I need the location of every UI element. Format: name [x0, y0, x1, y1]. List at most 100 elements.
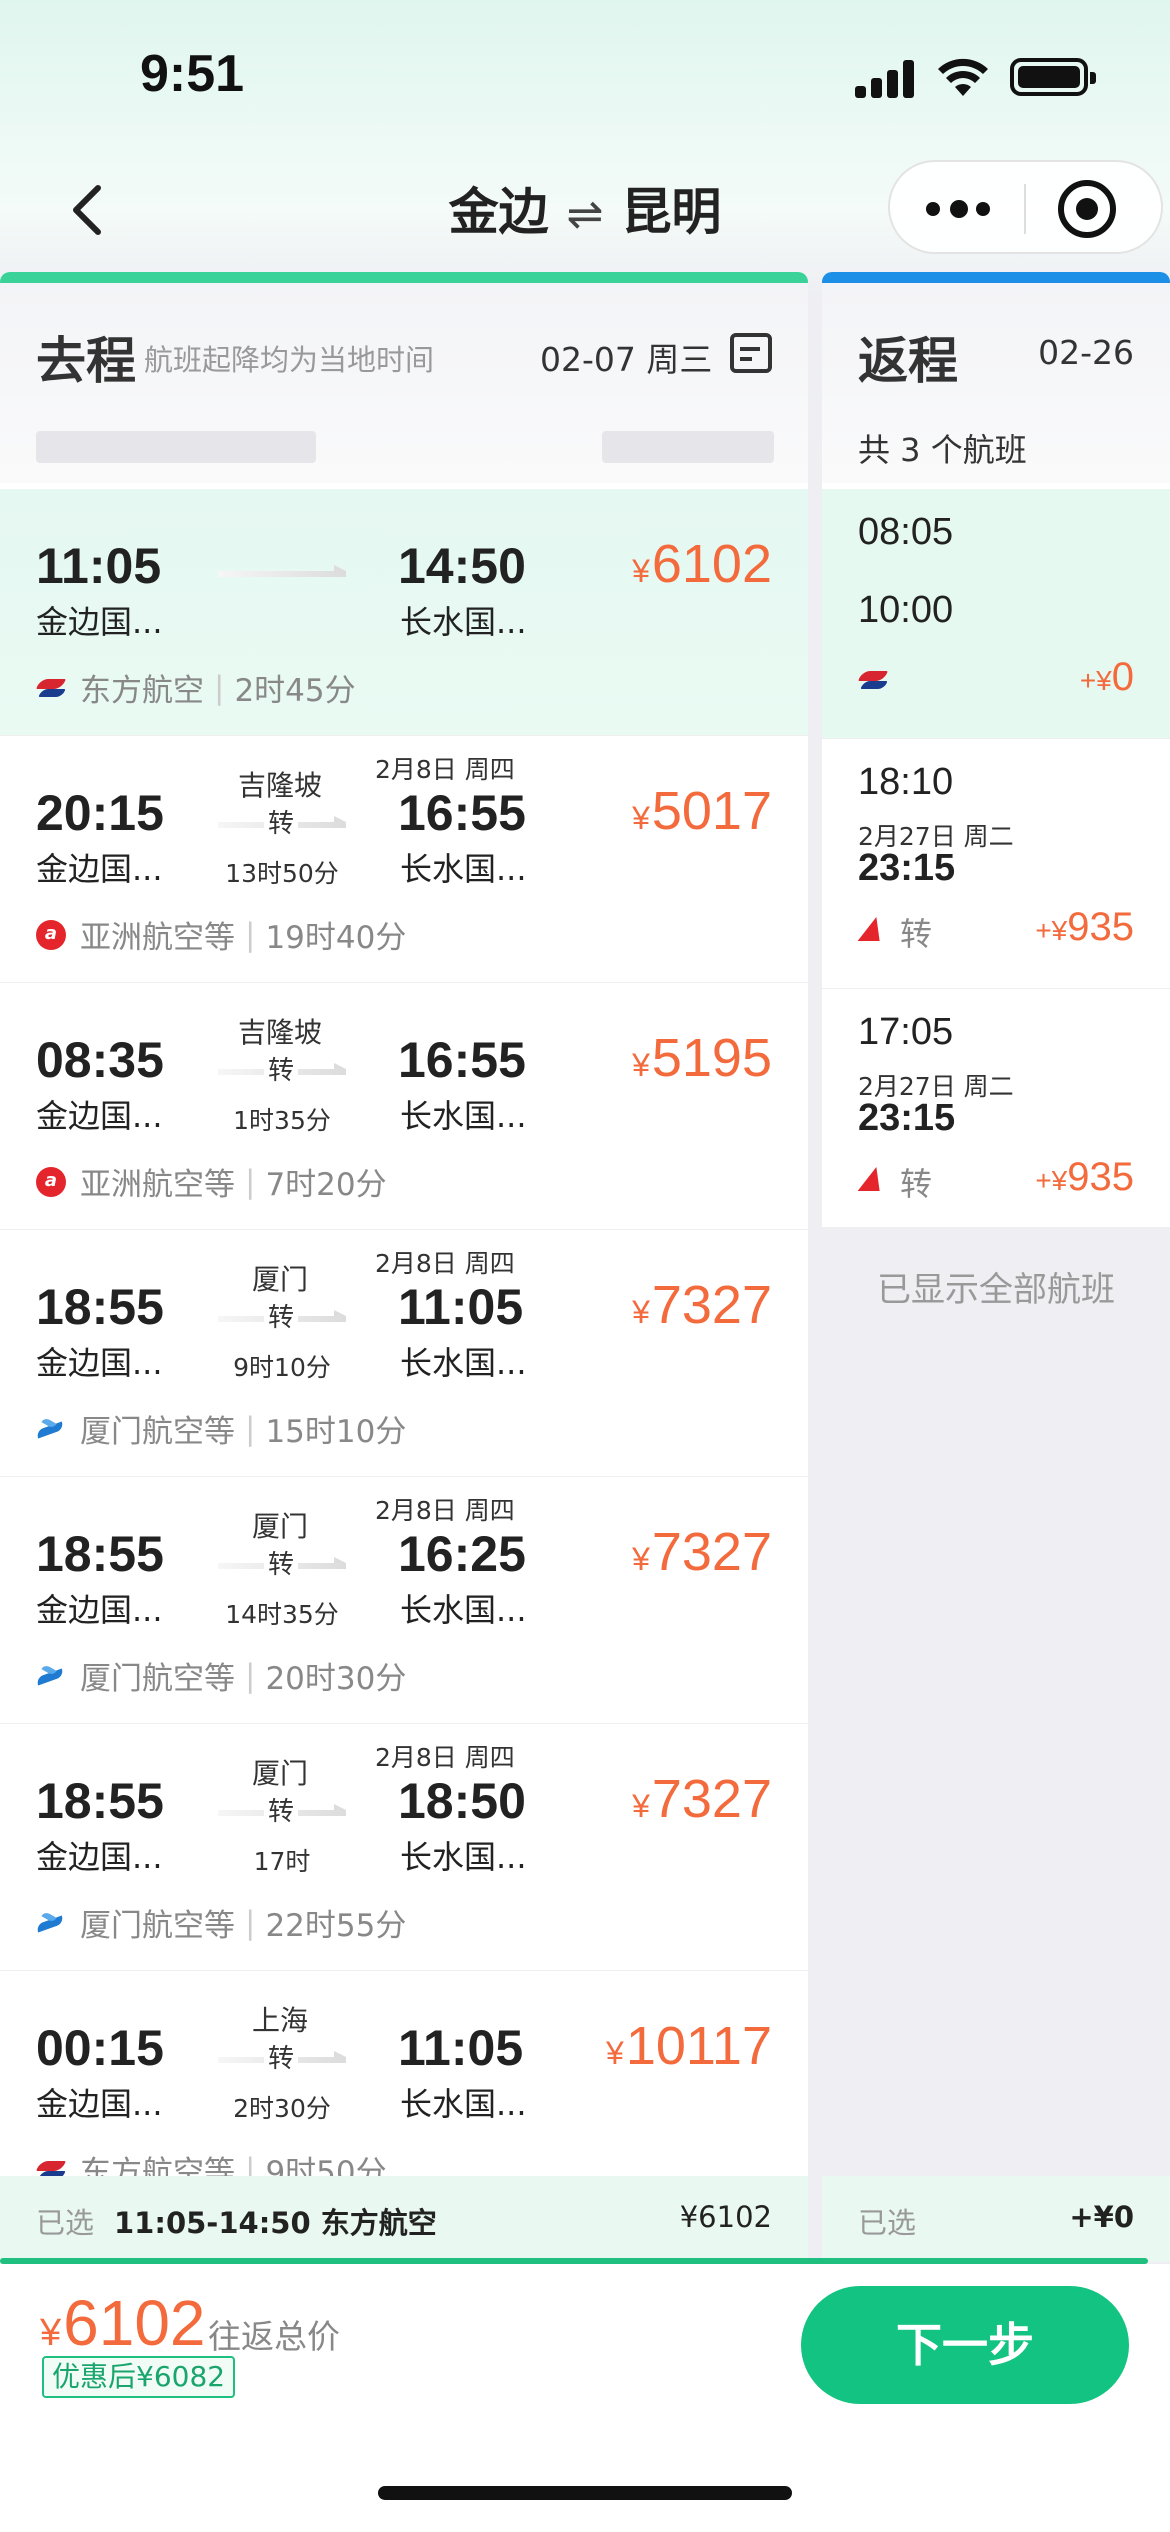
transfer-city: 吉隆坡 — [237, 769, 322, 802]
china-eastern-logo-icon — [36, 673, 66, 703]
origin-city: 金边 — [448, 183, 549, 241]
return-flight-row[interactable]: 17:05 2月27日 周二 23:15 转 +¥935 — [822, 989, 1170, 1227]
arrival-date: 2月8日 周四 — [375, 755, 515, 784]
outbound-flight-row[interactable]: 18:55 金边国... 厦门 转 17时 2月8日 周四 18:50 长水国.… — [0, 1724, 808, 1971]
outbound-selection-summary: 已选 11:05-14:50 东方航空 ¥6102 — [0, 2176, 808, 2262]
return-title: 返程 — [858, 332, 958, 390]
transfer-duration: 1时35分 — [233, 1106, 331, 1135]
home-indicator — [378, 2486, 792, 2500]
departure-time: 08:05 — [858, 511, 954, 553]
flight-price: ¥6102 — [632, 534, 772, 594]
return-flight-list: 08:05 10:00 +¥0 18:10 2月27日 周二 23:15 转 +… — [822, 489, 1170, 1227]
transfer-city: 厦门 — [251, 1510, 308, 1543]
outbound-flight-row[interactable]: 20:15 金边国... 吉隆坡 转 13时50分 2月8日 周四 16:55 … — [0, 736, 808, 983]
total-price-label: 往返总价 — [208, 2317, 340, 2356]
arrival-airport: 长水国... — [400, 850, 527, 888]
miniprogram-capsule — [888, 160, 1163, 254]
return-panel: 返程 02-26 共 3 个航班 08:05 10:00 +¥0 18:10 2… — [822, 272, 1170, 1227]
departure-airport: 金边国... — [36, 850, 163, 888]
battery-icon — [1010, 58, 1096, 96]
next-step-button[interactable]: 下一步 — [801, 2286, 1129, 2404]
arrival-time: 11:05 — [398, 2020, 524, 2076]
flight-price: ¥10117 — [606, 2016, 772, 2076]
departure-time: 18:55 — [36, 1279, 164, 1335]
arrival-time: 11:05 — [398, 1279, 524, 1335]
return-header: 返程 02-26 共 3 个航班 — [822, 283, 1170, 483]
arrival-time: 18:50 — [398, 1773, 526, 1829]
departure-time: 18:10 — [858, 761, 954, 803]
airasia-x-logo-icon — [858, 915, 888, 945]
total-price: ¥6102 — [40, 2287, 206, 2359]
outbound-panel: 去程 航班起降均为当地时间 02-07 周三 11:05 金边国... 14:5… — [0, 272, 808, 2262]
return-flight-row[interactable]: 08:05 10:00 +¥0 — [822, 489, 1170, 739]
departure-airport: 金边国... — [36, 1097, 163, 1135]
airasia-logo-icon — [36, 1166, 66, 1197]
airline-info: 亚洲航空等|7时20分 — [36, 1159, 387, 1204]
arrival-airport: 长水国... — [400, 2085, 527, 2123]
arrival-airport: 长水国... — [400, 603, 527, 641]
wifi-icon — [938, 58, 988, 96]
airline-info: 亚洲航空等|19时40分 — [36, 912, 406, 957]
arrival-time: 10:00 — [858, 589, 954, 631]
airline-info: 东方航空 | 2时45分 — [36, 665, 356, 710]
close-miniprogram-icon[interactable] — [1058, 180, 1116, 238]
flight-price: ¥5195 — [632, 1028, 772, 1088]
route-arrow-icon — [218, 565, 346, 577]
return-flight-row[interactable]: 18:10 2月27日 周二 23:15 转 +¥935 — [822, 739, 1170, 989]
outbound-flight-list: 11:05 金边国... 14:50 长水国... ¥6102 东方航空 | 2时4… — [0, 489, 808, 2218]
transfer-city: 吉隆坡 — [237, 1016, 322, 1049]
outbound-title: 去程 — [36, 332, 136, 390]
swap-icon[interactable]: ⇌ — [567, 189, 604, 240]
departure-time: 11:05 — [36, 538, 162, 594]
transfer-city: 厦门 — [251, 1263, 308, 1296]
departure-time: 18:55 — [36, 1526, 164, 1582]
airasia-x-logo-icon — [858, 1165, 888, 1195]
departure-time: 18:55 — [36, 1773, 164, 1829]
transfer-city: 上海 — [251, 2004, 308, 2037]
return-flight-count: 共 3 个航班 — [858, 431, 1027, 469]
arrival-airport: 长水国... — [400, 1097, 527, 1135]
departure-time: 00:15 — [36, 2020, 164, 2076]
transfer-badge: 转 — [264, 1545, 298, 1585]
discount-badge: 优惠后¥6082 — [42, 2356, 236, 2398]
transfer-badge: 转 — [900, 1165, 933, 1203]
departure-airport: 金边国... — [36, 2085, 163, 2123]
transfer-city: 厦门 — [251, 1757, 308, 1790]
outbound-flight-row[interactable]: 18:55 金边国... 厦门 转 9时10分 2月8日 周四 11:05 长水… — [0, 1230, 808, 1477]
departure-airport: 金边国... — [36, 603, 163, 641]
transfer-duration: 9时10分 — [233, 1353, 331, 1382]
more-icon[interactable] — [926, 192, 990, 226]
selected-return-price: +¥0 — [1069, 2200, 1134, 2234]
departure-time: 17:05 — [858, 1011, 954, 1053]
departure-time: 08:35 — [36, 1032, 164, 1088]
transfer-badge: 转 — [264, 2039, 298, 2079]
price-difference: +¥935 — [1035, 905, 1134, 949]
xiamen-airlines-logo-icon — [36, 1661, 66, 1691]
airline-info: 厦门航空等 | 22时55分 — [36, 1900, 406, 1945]
sort-placeholder — [602, 431, 774, 463]
xiamen-airlines-logo-icon — [36, 1908, 66, 1938]
flight-price: ¥7327 — [632, 1769, 772, 1829]
china-eastern-logo-icon — [858, 665, 888, 695]
all-flights-shown-text: 已显示全部航班 — [877, 1270, 1115, 1310]
transfer-badge: 转 — [264, 1298, 298, 1338]
transfer-badge: 转 — [900, 915, 933, 953]
flight-price: ¥7327 — [632, 1522, 772, 1582]
outbound-flight-row[interactable]: 08:35 金边国... 吉隆坡 转 1时35分 16:55 长水国... ¥5… — [0, 983, 808, 1230]
outbound-date[interactable]: 02-07 周三 — [540, 333, 712, 381]
flight-price: ¥5017 — [632, 781, 772, 841]
filter-placeholder — [36, 431, 316, 463]
transfer-badge: 转 — [264, 1051, 298, 1091]
capsule-divider — [1024, 184, 1026, 234]
airasia-logo-icon — [36, 919, 66, 950]
arrival-time: 23:15 — [858, 847, 956, 889]
local-time-note: 航班起降均为当地时间 — [144, 343, 435, 377]
transfer-badge: 转 — [264, 1792, 298, 1832]
outbound-flight-row[interactable]: 18:55 金边国... 厦门 转 14时35分 2月8日 周四 16:25 长… — [0, 1477, 808, 1724]
calendar-icon[interactable] — [730, 333, 772, 373]
destination-city: 昆明 — [621, 183, 722, 241]
outbound-flight-row[interactable]: 11:05 金边国... 14:50 长水国... ¥6102 东方航空 | 2时4… — [0, 489, 808, 736]
price-difference: +¥0 — [1079, 655, 1134, 699]
return-date[interactable]: 02-26 — [1038, 333, 1134, 372]
outbound-header: 去程 航班起降均为当地时间 02-07 周三 — [0, 283, 808, 483]
